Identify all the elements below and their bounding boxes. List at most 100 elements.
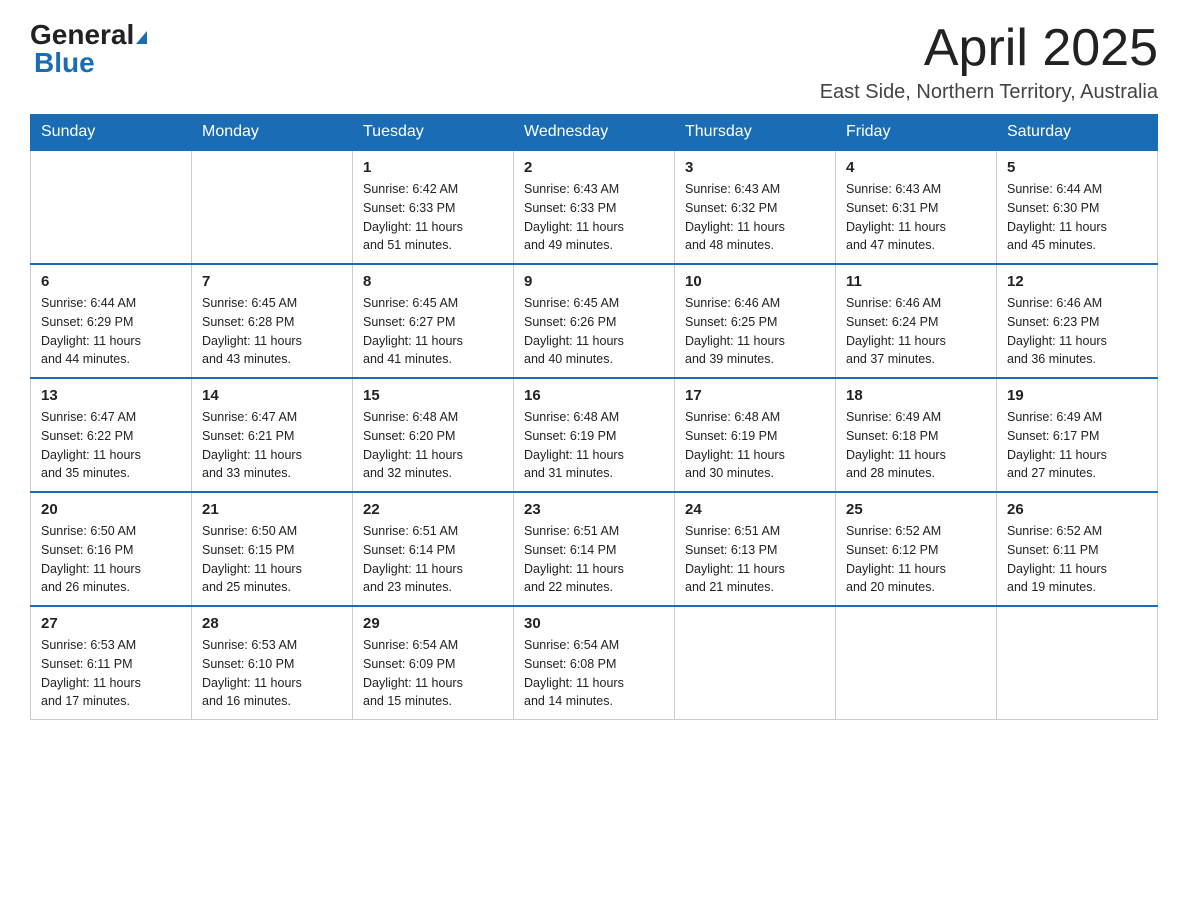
calendar-cell: 21 Sunrise: 6:50 AMSunset: 6:15 PMDayligh… bbox=[192, 492, 353, 606]
day-number: 10 bbox=[685, 273, 825, 290]
day-info: Sunrise: 6:50 AMSunset: 6:15 PMDaylight:… bbox=[202, 522, 342, 597]
day-info: Sunrise: 6:43 AMSunset: 6:31 PMDaylight:… bbox=[846, 180, 986, 255]
day-info: Sunrise: 6:43 AMSunset: 6:32 PMDaylight:… bbox=[685, 180, 825, 255]
weekday-header-friday: Friday bbox=[836, 115, 997, 151]
day-info: Sunrise: 6:44 AMSunset: 6:29 PMDaylight:… bbox=[41, 294, 181, 369]
week-row-2: 6 Sunrise: 6:44 AMSunset: 6:29 PMDaylight… bbox=[31, 264, 1158, 378]
day-info: Sunrise: 6:46 AMSunset: 6:25 PMDaylight:… bbox=[685, 294, 825, 369]
week-row-5: 27 Sunrise: 6:53 AMSunset: 6:11 PMDayligh… bbox=[31, 606, 1158, 720]
calendar-cell: 24 Sunrise: 6:51 AMSunset: 6:13 PMDayligh… bbox=[675, 492, 836, 606]
calendar-cell: 25 Sunrise: 6:52 AMSunset: 6:12 PMDayligh… bbox=[836, 492, 997, 606]
calendar-cell: 18 Sunrise: 6:49 AMSunset: 6:18 PMDayligh… bbox=[836, 378, 997, 492]
week-row-4: 20 Sunrise: 6:50 AMSunset: 6:16 PMDayligh… bbox=[31, 492, 1158, 606]
calendar-cell: 22 Sunrise: 6:51 AMSunset: 6:14 PMDayligh… bbox=[353, 492, 514, 606]
calendar-cell: 4 Sunrise: 6:43 AMSunset: 6:31 PMDaylight… bbox=[836, 150, 997, 264]
day-number: 8 bbox=[363, 273, 503, 290]
day-number: 27 bbox=[41, 615, 181, 632]
day-info: Sunrise: 6:46 AMSunset: 6:23 PMDaylight:… bbox=[1007, 294, 1147, 369]
calendar-cell: 8 Sunrise: 6:45 AMSunset: 6:27 PMDaylight… bbox=[353, 264, 514, 378]
day-info: Sunrise: 6:54 AMSunset: 6:08 PMDaylight:… bbox=[524, 636, 664, 711]
calendar-cell: 17Sunrise: 6:48 AMSunset: 6:19 PMDayligh… bbox=[675, 378, 836, 492]
calendar-cell: 28Sunrise: 6:53 AMSunset: 6:10 PMDayligh… bbox=[192, 606, 353, 720]
calendar-cell: 30 Sunrise: 6:54 AMSunset: 6:08 PMDayligh… bbox=[514, 606, 675, 720]
day-number: 21 bbox=[202, 501, 342, 518]
calendar-cell: 19 Sunrise: 6:49 AMSunset: 6:17 PMDayligh… bbox=[997, 378, 1158, 492]
day-info: Sunrise: 6:48 AMSunset: 6:20 PMDaylight:… bbox=[363, 408, 503, 483]
calendar-cell bbox=[31, 150, 192, 264]
day-number: 9 bbox=[524, 273, 664, 290]
day-number: 6 bbox=[41, 273, 181, 290]
day-info: Sunrise: 6:54 AMSunset: 6:09 PMDaylight:… bbox=[363, 636, 503, 711]
calendar-cell: 11 Sunrise: 6:46 AMSunset: 6:24 PMDayligh… bbox=[836, 264, 997, 378]
day-info: Sunrise: 6:46 AMSunset: 6:24 PMDaylight:… bbox=[846, 294, 986, 369]
calendar-cell: 13 Sunrise: 6:47 AMSunset: 6:22 PMDayligh… bbox=[31, 378, 192, 492]
day-number: 16 bbox=[524, 387, 664, 404]
calendar-cell: 27 Sunrise: 6:53 AMSunset: 6:11 PMDayligh… bbox=[31, 606, 192, 720]
header: General Blue April 2025 East Side, North… bbox=[30, 20, 1158, 104]
weekday-header-tuesday: Tuesday bbox=[353, 115, 514, 151]
day-number: 28 bbox=[202, 615, 342, 632]
calendar-cell: 16 Sunrise: 6:48 AMSunset: 6:19 PMDayligh… bbox=[514, 378, 675, 492]
calendar-cell: 14 Sunrise: 6:47 AMSunset: 6:21 PMDayligh… bbox=[192, 378, 353, 492]
day-number: 24 bbox=[685, 501, 825, 518]
logo: General Blue bbox=[30, 20, 147, 79]
day-info: Sunrise: 6:45 AMSunset: 6:28 PMDaylight:… bbox=[202, 294, 342, 369]
day-number: 30 bbox=[524, 615, 664, 632]
day-info: Sunrise: 6:51 AMSunset: 6:14 PMDaylight:… bbox=[363, 522, 503, 597]
day-number: 11 bbox=[846, 273, 986, 290]
week-row-3: 13 Sunrise: 6:47 AMSunset: 6:22 PMDayligh… bbox=[31, 378, 1158, 492]
calendar-cell: 9 Sunrise: 6:45 AMSunset: 6:26 PMDaylight… bbox=[514, 264, 675, 378]
calendar-cell bbox=[192, 150, 353, 264]
day-number: 4 bbox=[846, 159, 986, 176]
calendar-cell: 1Sunrise: 6:42 AMSunset: 6:33 PMDaylight… bbox=[353, 150, 514, 264]
day-info: Sunrise: 6:51 AMSunset: 6:14 PMDaylight:… bbox=[524, 522, 664, 597]
day-info: Sunrise: 6:49 AMSunset: 6:17 PMDaylight:… bbox=[1007, 408, 1147, 483]
day-number: 3 bbox=[685, 159, 825, 176]
day-info: Sunrise: 6:52 AMSunset: 6:12 PMDaylight:… bbox=[846, 522, 986, 597]
day-info: Sunrise: 6:48 AMSunset: 6:19 PMDaylight:… bbox=[524, 408, 664, 483]
weekday-header-thursday: Thursday bbox=[675, 115, 836, 151]
day-number: 26 bbox=[1007, 501, 1147, 518]
day-number: 5 bbox=[1007, 159, 1147, 176]
day-info: Sunrise: 6:44 AMSunset: 6:30 PMDaylight:… bbox=[1007, 180, 1147, 255]
day-number: 25 bbox=[846, 501, 986, 518]
calendar-cell bbox=[836, 606, 997, 720]
day-number: 18 bbox=[846, 387, 986, 404]
day-info: Sunrise: 6:43 AMSunset: 6:33 PMDaylight:… bbox=[524, 180, 664, 255]
week-row-1: 1Sunrise: 6:42 AMSunset: 6:33 PMDaylight… bbox=[31, 150, 1158, 264]
day-number: 29 bbox=[363, 615, 503, 632]
day-number: 14 bbox=[202, 387, 342, 404]
day-info: Sunrise: 6:47 AMSunset: 6:21 PMDaylight:… bbox=[202, 408, 342, 483]
calendar-cell: 12Sunrise: 6:46 AMSunset: 6:23 PMDayligh… bbox=[997, 264, 1158, 378]
day-number: 2 bbox=[524, 159, 664, 176]
calendar-cell: 20 Sunrise: 6:50 AMSunset: 6:16 PMDayligh… bbox=[31, 492, 192, 606]
day-number: 15 bbox=[363, 387, 503, 404]
day-info: Sunrise: 6:50 AMSunset: 6:16 PMDaylight:… bbox=[41, 522, 181, 597]
day-info: Sunrise: 6:45 AMSunset: 6:27 PMDaylight:… bbox=[363, 294, 503, 369]
title-block: April 2025 East Side, Northern Territory… bbox=[820, 20, 1158, 104]
day-number: 19 bbox=[1007, 387, 1147, 404]
day-info: Sunrise: 6:42 AMSunset: 6:33 PMDaylight:… bbox=[363, 180, 503, 255]
day-info: Sunrise: 6:52 AMSunset: 6:11 PMDaylight:… bbox=[1007, 522, 1147, 597]
day-info: Sunrise: 6:51 AMSunset: 6:13 PMDaylight:… bbox=[685, 522, 825, 597]
calendar-cell: 29 Sunrise: 6:54 AMSunset: 6:09 PMDayligh… bbox=[353, 606, 514, 720]
day-number: 17 bbox=[685, 387, 825, 404]
day-info: Sunrise: 6:49 AMSunset: 6:18 PMDaylight:… bbox=[846, 408, 986, 483]
day-number: 13 bbox=[41, 387, 181, 404]
calendar-cell: 7 Sunrise: 6:45 AMSunset: 6:28 PMDaylight… bbox=[192, 264, 353, 378]
weekday-header-monday: Monday bbox=[192, 115, 353, 151]
day-number: 7 bbox=[202, 273, 342, 290]
calendar-table: SundayMondayTuesdayWednesdayThursdayFrid… bbox=[30, 114, 1158, 720]
day-info: Sunrise: 6:47 AMSunset: 6:22 PMDaylight:… bbox=[41, 408, 181, 483]
calendar-cell: 3 Sunrise: 6:43 AMSunset: 6:32 PMDaylight… bbox=[675, 150, 836, 264]
calendar-cell: 5 Sunrise: 6:44 AMSunset: 6:30 PMDaylight… bbox=[997, 150, 1158, 264]
calendar-cell: 10 Sunrise: 6:46 AMSunset: 6:25 PMDayligh… bbox=[675, 264, 836, 378]
day-number: 20 bbox=[41, 501, 181, 518]
weekday-header-row: SundayMondayTuesdayWednesdayThursdayFrid… bbox=[31, 115, 1158, 151]
logo-triangle-icon bbox=[136, 31, 147, 44]
day-info: Sunrise: 6:45 AMSunset: 6:26 PMDaylight:… bbox=[524, 294, 664, 369]
day-info: Sunrise: 6:53 AMSunset: 6:11 PMDaylight:… bbox=[41, 636, 181, 711]
month-title: April 2025 bbox=[820, 20, 1158, 77]
calendar-cell: 15 Sunrise: 6:48 AMSunset: 6:20 PMDayligh… bbox=[353, 378, 514, 492]
day-number: 22 bbox=[363, 501, 503, 518]
